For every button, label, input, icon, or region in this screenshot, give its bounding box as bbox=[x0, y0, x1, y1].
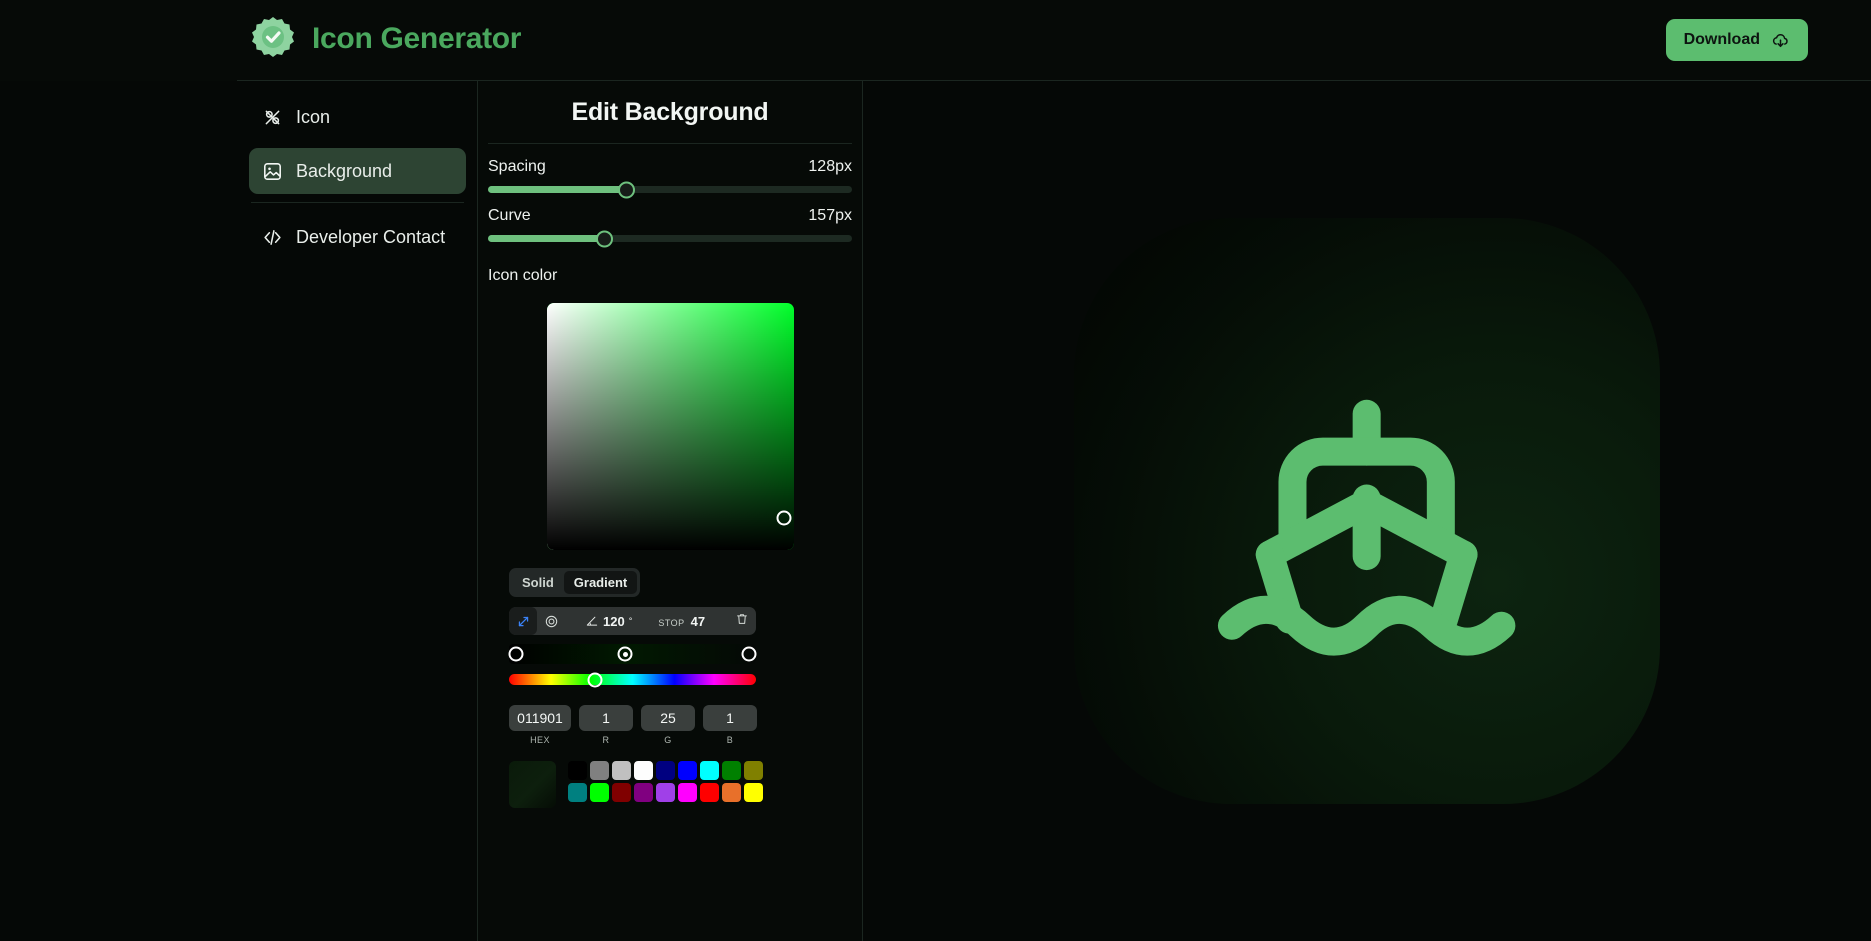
color-swatch[interactable] bbox=[678, 783, 697, 802]
curve-slider-row: Curve 157px bbox=[488, 207, 852, 225]
color-swatch[interactable] bbox=[612, 761, 631, 780]
hex-input[interactable] bbox=[509, 705, 571, 731]
ship-boat-icon bbox=[1218, 400, 1516, 656]
color-swatch[interactable] bbox=[568, 761, 587, 780]
gradient-stop-handle[interactable] bbox=[508, 646, 524, 662]
color-swatch-grid bbox=[568, 761, 763, 802]
current-color-preview bbox=[509, 761, 556, 808]
radial-gradient-icon bbox=[545, 615, 557, 627]
gradient-stop-control[interactable]: STOP 47 bbox=[658, 614, 705, 629]
download-button-label: Download bbox=[1683, 31, 1760, 48]
app-header: Icon Generator Download bbox=[0, 0, 1871, 81]
red-field-label: R bbox=[602, 735, 610, 745]
gradient-stop-label: STOP bbox=[658, 617, 685, 628]
spacing-slider[interactable] bbox=[488, 181, 852, 198]
angle-icon bbox=[586, 616, 598, 626]
color-swatch[interactable] bbox=[656, 761, 675, 780]
sidebar: Icon Background Developer Contact bbox=[237, 81, 478, 941]
tab-solid[interactable]: Solid bbox=[512, 571, 564, 594]
sidebar-item-background[interactable]: Background bbox=[249, 148, 466, 194]
brand: Icon Generator bbox=[249, 15, 521, 63]
linear-gradient-arrow-icon bbox=[518, 616, 528, 626]
delete-stop-button[interactable] bbox=[735, 612, 749, 631]
icon-preview-card[interactable] bbox=[1074, 218, 1660, 804]
color-swatch[interactable] bbox=[700, 761, 719, 780]
color-swatch[interactable] bbox=[678, 761, 697, 780]
blue-field-label: B bbox=[726, 735, 734, 745]
swatch-area bbox=[509, 761, 862, 808]
hex-field-group: HEX bbox=[509, 705, 571, 745]
color-swatch[interactable] bbox=[700, 783, 719, 802]
sidebar-item-icon[interactable]: Icon bbox=[249, 94, 466, 140]
blue-input[interactable] bbox=[703, 705, 757, 731]
sv-black-layer bbox=[546, 303, 794, 550]
gradient-stop-track[interactable] bbox=[508, 644, 757, 664]
color-swatch[interactable] bbox=[656, 783, 675, 802]
gradient-stop-value: 47 bbox=[690, 613, 706, 629]
green-field-label: G bbox=[664, 735, 672, 745]
color-swatch[interactable] bbox=[590, 783, 609, 802]
sidebar-item-label: Developer Contact bbox=[296, 226, 446, 247]
icon-color-label: Icon color bbox=[488, 267, 558, 284]
color-mode-tabs: Solid Gradient bbox=[509, 568, 641, 597]
green-field-group: G bbox=[641, 705, 695, 745]
verified-check-badge-icon bbox=[252, 17, 294, 57]
image-icon bbox=[264, 162, 281, 180]
panel-title: Edit Background bbox=[571, 98, 769, 126]
spacing-value: 128px bbox=[808, 158, 852, 175]
color-swatch[interactable] bbox=[722, 761, 741, 780]
spacing-slider-knob[interactable] bbox=[617, 181, 635, 198]
gradient-stop-handle[interactable] bbox=[741, 646, 757, 662]
color-swatch[interactable] bbox=[744, 783, 763, 802]
tab-gradient[interactable]: Gradient bbox=[563, 571, 638, 594]
curve-label: Curve bbox=[488, 207, 531, 224]
color-value-fields: HEX R G B bbox=[509, 705, 761, 745]
blue-field-group: B bbox=[703, 705, 757, 745]
color-swatch[interactable] bbox=[722, 783, 741, 802]
hue-slider-knob[interactable] bbox=[587, 672, 603, 687]
sv-cursor[interactable] bbox=[776, 510, 792, 526]
red-input[interactable] bbox=[579, 705, 633, 731]
color-swatch[interactable] bbox=[568, 783, 587, 802]
background-editor-panel: Edit Background Spacing 128px Curve 157p… bbox=[478, 81, 862, 941]
curve-slider-block: Curve 157px bbox=[478, 193, 862, 247]
radial-gradient-button[interactable] bbox=[537, 607, 565, 635]
icon-tool-icon bbox=[265, 110, 280, 124]
curve-slider-fill bbox=[488, 235, 605, 242]
sidebar-divider bbox=[251, 202, 464, 203]
color-swatch[interactable] bbox=[634, 783, 653, 802]
code-brackets-icon bbox=[264, 229, 281, 245]
color-swatch[interactable] bbox=[634, 761, 653, 780]
trash-icon bbox=[737, 613, 747, 624]
curve-slider[interactable] bbox=[488, 230, 852, 247]
color-swatch[interactable] bbox=[744, 761, 763, 780]
color-swatch[interactable] bbox=[612, 783, 631, 802]
spacing-slider-fill bbox=[488, 186, 627, 193]
curve-value: 157px bbox=[808, 207, 852, 224]
color-swatch[interactable] bbox=[590, 761, 609, 780]
green-input[interactable] bbox=[641, 705, 695, 731]
gradient-angle-unit: ° bbox=[628, 616, 633, 626]
gradient-toolbar: 120 ° STOP 47 bbox=[509, 607, 756, 635]
gradient-angle-value: 120 bbox=[603, 613, 625, 629]
sidebar-item-label: Icon bbox=[296, 106, 331, 127]
hex-field-label: HEX bbox=[530, 735, 550, 745]
red-field-group: R bbox=[579, 705, 633, 745]
sidebar-item-developer-contact[interactable]: Developer Contact bbox=[249, 214, 466, 260]
preview-area bbox=[863, 81, 1871, 941]
spacing-slider-row: Spacing 128px bbox=[488, 158, 852, 176]
hue-slider[interactable] bbox=[509, 672, 756, 687]
sidebar-item-label: Background bbox=[296, 160, 393, 181]
download-button[interactable]: Download bbox=[1665, 19, 1808, 61]
curve-slider-knob[interactable] bbox=[595, 230, 613, 247]
gradient-stop-handle-selected[interactable] bbox=[617, 646, 633, 662]
cloud-download-icon bbox=[1772, 33, 1788, 47]
gradient-angle-control[interactable]: 120 ° bbox=[585, 614, 632, 629]
spacing-slider-block: Spacing 128px bbox=[478, 144, 862, 198]
spacing-label: Spacing bbox=[488, 158, 546, 175]
linear-gradient-button[interactable] bbox=[509, 607, 537, 635]
app-title: Icon Generator bbox=[312, 22, 522, 55]
saturation-value-picker[interactable] bbox=[546, 303, 794, 550]
